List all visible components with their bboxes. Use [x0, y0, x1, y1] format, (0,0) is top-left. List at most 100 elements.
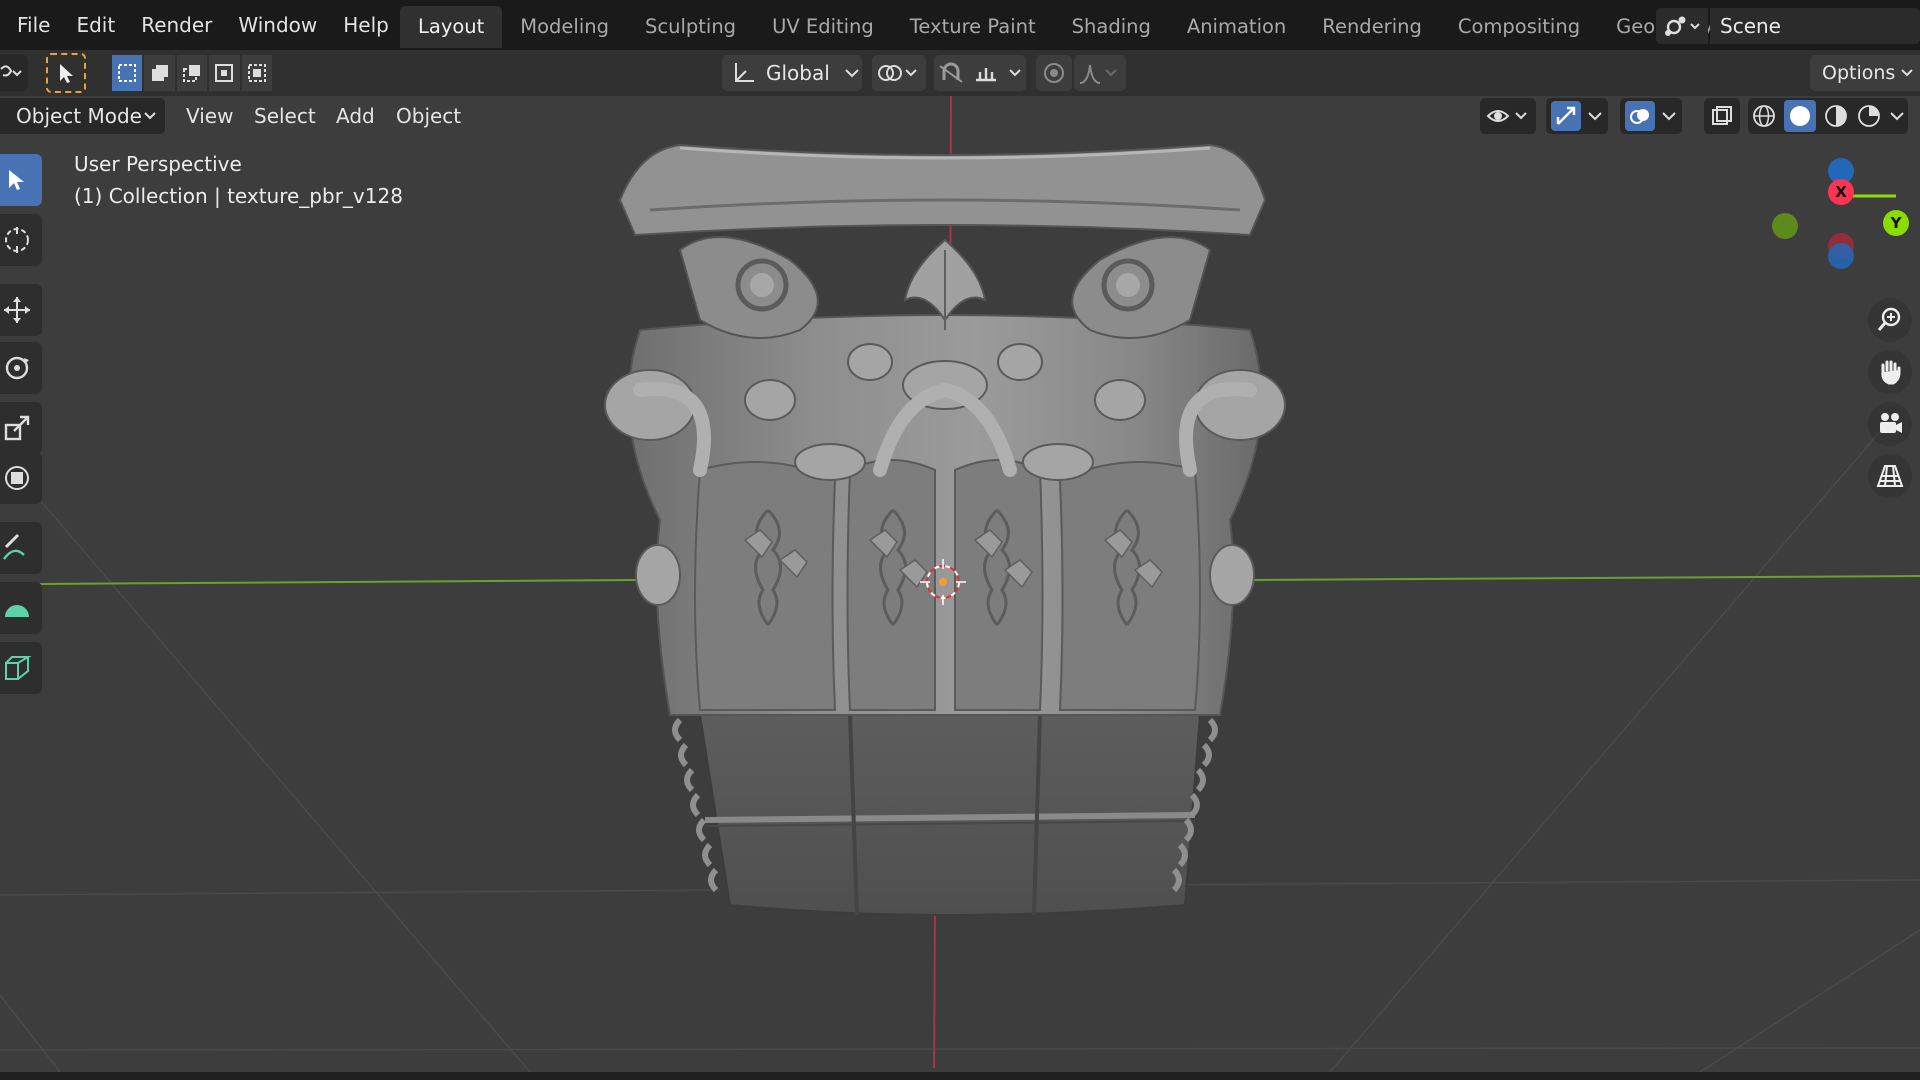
top-menu-bar: File Edit Render Window Help Layout Mode…: [0, 0, 1920, 50]
scene-name-field[interactable]: Scene: [1710, 8, 1920, 44]
x-axis-handle[interactable]: X: [1828, 179, 1854, 205]
select-subtract-icon: [183, 65, 201, 82]
falloff-curve-icon: [1079, 64, 1117, 84]
visibility-dropdown[interactable]: [1480, 98, 1536, 134]
tab-modeling[interactable]: Modeling: [502, 6, 627, 48]
camera-view-button[interactable]: [1868, 402, 1912, 446]
mode-set-button[interactable]: [112, 55, 143, 91]
menu-help[interactable]: Help: [330, 0, 402, 50]
viewport-menu-add[interactable]: Add: [326, 98, 385, 134]
status-bar: [0, 1072, 1920, 1080]
object-mode-label: Object Mode: [16, 104, 142, 128]
tool-transform[interactable]: [0, 452, 42, 504]
wireframe-shading-icon[interactable]: [1751, 103, 1777, 129]
select-cursor-icon: [60, 64, 73, 83]
menu-window[interactable]: Window: [225, 0, 330, 50]
select-extend-icon: [151, 65, 168, 81]
mode-intersect-button[interactable]: [241, 55, 273, 91]
chevron-down-icon: [1889, 112, 1904, 121]
y-axis-handle[interactable]: Y: [1883, 210, 1909, 236]
tool-cursor[interactable]: [0, 214, 42, 266]
tool-add-cube[interactable]: [0, 642, 42, 694]
chevron-down-icon: [1662, 112, 1676, 121]
gizmo-toggle[interactable]: [1546, 98, 1608, 134]
overlays-toggle[interactable]: [1620, 98, 1682, 134]
main-menu: File Edit Render Window Help: [4, 0, 402, 50]
overlays-toggle-icon-bg: [1625, 101, 1655, 131]
select-box-icon: [9, 170, 24, 190]
viewport-scene[interactable]: [0, 96, 1920, 1072]
camera-icon: [1880, 413, 1902, 433]
editor-type-icon: [0, 65, 22, 77]
viewport-header: Object Mode View Select Add Object: [0, 96, 1920, 138]
tab-shading[interactable]: Shading: [1054, 6, 1169, 48]
object-mode-dropdown[interactable]: Object Mode: [0, 98, 165, 134]
falloff-dropdown[interactable]: [1074, 55, 1126, 91]
mode-extend-button[interactable]: [144, 55, 175, 91]
tab-texture-paint[interactable]: Texture Paint: [892, 6, 1054, 48]
pivot-point-dropdown[interactable]: [872, 55, 926, 91]
move-icon: [4, 297, 30, 323]
orientation-label: Global: [766, 61, 830, 85]
menu-edit[interactable]: Edit: [63, 0, 128, 50]
toggle-perspective-button[interactable]: [1868, 454, 1912, 498]
tab-animation[interactable]: Animation: [1169, 6, 1304, 48]
gizmo-toggle-icon-bg: [1551, 101, 1581, 131]
solid-shading-button[interactable]: [1784, 100, 1817, 132]
z-axis-line: [933, 914, 936, 1069]
object-origin: [939, 578, 947, 586]
menu-file[interactable]: File: [4, 0, 63, 50]
xray-toggle[interactable]: [1704, 98, 1740, 134]
measure-icon: [5, 605, 29, 617]
viewport-menu-select[interactable]: Select: [244, 98, 326, 134]
tab-compositing[interactable]: Compositing: [1440, 6, 1598, 48]
magnet-icon: [939, 62, 963, 83]
tab-layout[interactable]: Layout: [400, 6, 503, 48]
mode-invert-button[interactable]: [209, 55, 240, 91]
tool-measure[interactable]: [0, 582, 42, 634]
transform-icon: [5, 466, 29, 490]
tool-select-box[interactable]: [0, 154, 42, 206]
proportional-editing-button[interactable]: [1036, 55, 1072, 91]
gizmo-icon: [1556, 106, 1576, 125]
options-dropdown[interactable]: Options: [1810, 55, 1920, 91]
viewport-menu-view[interactable]: View: [176, 98, 243, 134]
select-intersect-icon: [247, 64, 266, 82]
cursor-tool-icon: [5, 227, 29, 253]
tab-uv-editing[interactable]: UV Editing: [754, 6, 892, 48]
material-shading-icon[interactable]: [1823, 103, 1849, 129]
axis-gizmo-lines: [1772, 158, 1896, 269]
tool-annotate[interactable]: [0, 522, 42, 574]
transform-orientation-dropdown[interactable]: Global: [722, 55, 862, 91]
chevron-down-icon: [1901, 69, 1913, 77]
overlays-icon: [1630, 109, 1649, 124]
3d-viewport[interactable]: Object Mode View Select Add Object User …: [0, 96, 1920, 1072]
annotate-icon: [3, 533, 25, 560]
viewport-menu-object[interactable]: Object: [386, 98, 471, 134]
scene-icon: [1665, 16, 1700, 36]
zoom-button[interactable]: [1868, 298, 1912, 342]
y-axis-label: Y: [1890, 214, 1902, 232]
chevron-down-icon: [1588, 112, 1602, 121]
pivot-icon: [878, 65, 917, 81]
snapping-group[interactable]: [934, 55, 1026, 91]
tab-rendering[interactable]: Rendering: [1304, 6, 1440, 48]
active-tool-button[interactable]: [46, 53, 86, 93]
solid-shading-icon: [1790, 106, 1811, 126]
mode-subtract-button[interactable]: [176, 55, 208, 91]
tool-rotate[interactable]: [0, 342, 42, 394]
scene-browse-button[interactable]: [1656, 8, 1708, 44]
tool-scale[interactable]: [0, 402, 42, 454]
menu-render[interactable]: Render: [128, 0, 225, 50]
x-axis-label: X: [1835, 183, 1847, 201]
editor-type-button[interactable]: [0, 55, 28, 91]
select-set-icon: [118, 64, 137, 82]
collection-info-label: (1) Collection | texture_pbr_v128: [74, 184, 403, 208]
snap-increment-icon: [975, 68, 996, 82]
workspace-tabs: Layout Modeling Sculpting UV Editing Tex…: [400, 6, 1776, 48]
tool-move[interactable]: [0, 284, 42, 336]
tool-header: Global Options: [0, 50, 1920, 96]
tab-sculpting[interactable]: Sculpting: [627, 6, 754, 48]
rendered-shading-icon[interactable]: [1856, 103, 1882, 129]
pan-button[interactable]: [1868, 350, 1912, 394]
